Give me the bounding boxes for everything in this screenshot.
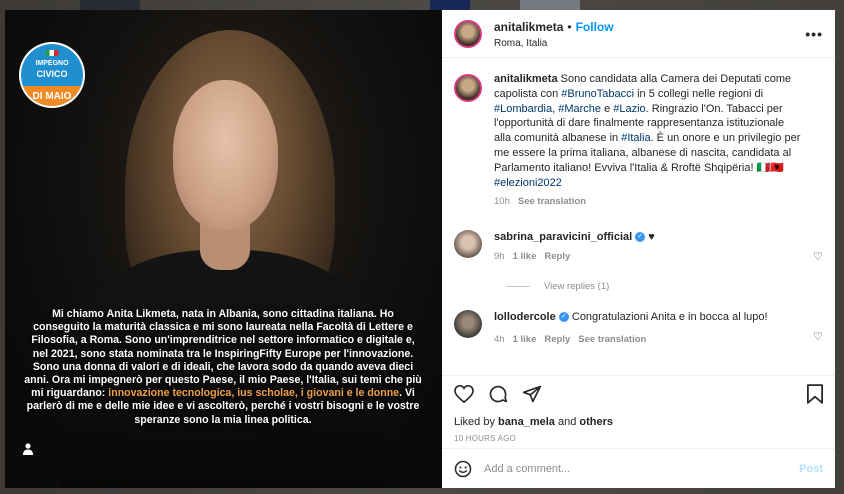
avatar[interactable]	[454, 230, 482, 259]
comment-username[interactable]: sabrina_paravicini_official	[494, 231, 632, 243]
action-icons	[454, 382, 823, 406]
view-replies-label: View replies (1)	[544, 280, 610, 292]
party-logo: IMPEGNO CIVICO DI MAIO	[21, 44, 83, 106]
liked-by-others[interactable]: others	[579, 416, 613, 428]
hashtag-link[interactable]: #Lombardia	[494, 103, 552, 115]
action-bar: Liked by bana_mela and others 10 HOURS A…	[442, 375, 835, 459]
reply-button[interactable]: Reply	[544, 251, 570, 262]
user-tag-icon[interactable]	[23, 443, 33, 455]
like-heart-icon[interactable]	[454, 385, 474, 403]
post-timestamp[interactable]: 10 HOURS AGO	[454, 434, 823, 443]
separator-dot: •	[567, 20, 572, 34]
portrait-face	[173, 80, 278, 230]
caption-highlight: innovazione tecnologica	[108, 387, 232, 400]
caption-username[interactable]: anitalikmeta	[494, 73, 558, 85]
likes-count[interactable]: 1 like	[513, 251, 537, 262]
heart-icon[interactable]: ♡	[813, 250, 823, 263]
hashtag-link[interactable]: #elezioni2022	[494, 177, 562, 189]
author-username[interactable]: anitalikmeta	[494, 20, 563, 34]
caption-comment: anitalikmeta Sono candidata alla Camera …	[454, 72, 823, 210]
logo-text: IMPEGNO	[35, 60, 69, 67]
more-options-icon[interactable]: •••	[805, 26, 823, 42]
verified-badge-icon: ✓	[558, 311, 569, 322]
post-details: anitalikmeta • Follow Roma, Italia ••• ani…	[442, 10, 835, 488]
flag-icon	[45, 50, 59, 56]
timestamp[interactable]: 9h	[494, 251, 505, 262]
comment-item: lollodercole ✓ Congratulazioni Anita e i…	[454, 309, 823, 348]
post-modal: IMPEGNO CIVICO DI MAIO Mi chiamo Anita L…	[5, 10, 835, 488]
logo-text: DI MAIO	[32, 91, 72, 102]
caption-highlight: ius scholae	[237, 387, 295, 400]
likes-summary: Liked by bana_mela and others	[454, 416, 823, 428]
post-button[interactable]: Post	[799, 463, 823, 475]
comment-input[interactable]	[482, 461, 800, 476]
post-header: anitalikmeta • Follow Roma, Italia •••	[442, 10, 835, 58]
author-block: anitalikmeta • Follow Roma, Italia	[494, 18, 614, 49]
comments-list: anitalikmeta Sono candidata alla Camera …	[454, 72, 823, 347]
caption-body: anitalikmeta Sono candidata alla Camera …	[494, 72, 804, 210]
follow-button[interactable]: Follow	[576, 20, 614, 34]
emoji-icon[interactable]	[454, 460, 472, 478]
comment-username[interactable]: lollodercole	[494, 311, 556, 323]
replies-line	[506, 285, 530, 287]
location-link[interactable]: Roma, Italia	[494, 38, 614, 49]
likes-and: and	[554, 416, 580, 428]
caption-text: in 5 collegi nelle regioni di	[634, 87, 764, 100]
caption-text: e	[601, 102, 614, 115]
timestamp[interactable]: 4h	[494, 334, 505, 345]
logo-text: CIVICO	[36, 69, 68, 79]
caption-highlight: i giovani e le donne	[300, 387, 400, 400]
timestamp[interactable]: 10h	[494, 196, 510, 207]
liked-by-user[interactable]: bana_mela	[498, 416, 555, 428]
view-replies-button[interactable]: View replies (1)	[506, 281, 823, 292]
verified-badge-icon: ✓	[635, 232, 646, 243]
reply-button[interactable]: Reply	[544, 334, 570, 345]
avatar[interactable]	[454, 309, 482, 338]
likes-prefix: Liked by	[454, 416, 499, 428]
caption-text: Mi chiamo Anita Likmeta, nata in Albania…	[24, 308, 422, 400]
heart-icon[interactable]: ♡	[813, 330, 823, 343]
avatar[interactable]	[454, 19, 482, 48]
likes-count[interactable]: 1 like	[513, 334, 537, 345]
post-image[interactable]: IMPEGNO CIVICO DI MAIO Mi chiamo Anita L…	[5, 10, 442, 488]
see-translation-button[interactable]: See translation	[518, 196, 586, 207]
image-caption: Mi chiamo Anita Likmeta, nata in Albania…	[23, 308, 423, 427]
avatar[interactable]	[454, 74, 482, 102]
hashtag-link[interactable]: #Lazio	[613, 103, 645, 115]
comment-meta: 4h 1 like Reply See translation	[494, 333, 804, 348]
bookmark-icon[interactable]	[807, 384, 823, 404]
comment-item: sabrina_paravicini_official ✓ ♥ 9h 1 like…	[454, 230, 823, 265]
comment-body: lollodercole ✓ Congratulazioni Anita e i…	[494, 310, 804, 348]
comment-text: Congratulazioni Anita e in bocca al lupo…	[568, 310, 768, 323]
comment-composer: Post	[442, 448, 835, 488]
comment-meta: 9h 1 like Reply	[494, 250, 804, 265]
share-icon[interactable]	[522, 384, 542, 404]
hashtag-link[interactable]: #Marche	[558, 103, 601, 115]
comment-body: sabrina_paravicini_official ✓ ♥ 9h 1 like…	[494, 230, 804, 265]
hashtag-link[interactable]: #BrunoTabacci	[561, 88, 634, 100]
caption-meta: 10h See translation	[494, 195, 804, 210]
comment-text: ♥	[645, 231, 655, 244]
see-translation-button[interactable]: See translation	[578, 334, 646, 345]
comment-icon[interactable]	[488, 384, 508, 404]
hashtag-link[interactable]: #Italia	[621, 132, 650, 144]
